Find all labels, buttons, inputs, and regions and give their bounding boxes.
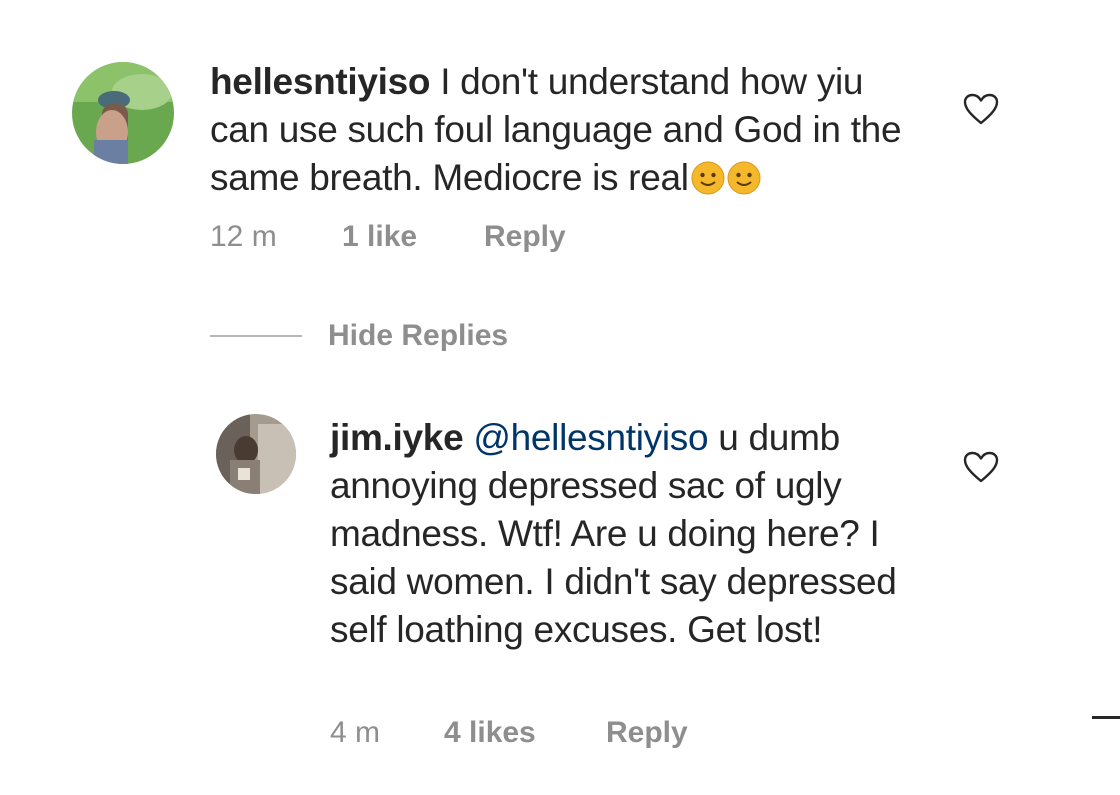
comment-time: 12 m [210, 220, 277, 253]
comment-meta: 12 m 1 like Reply [210, 220, 566, 254]
comment-meta: 4 m 4 likes Reply [330, 716, 688, 750]
comment-username[interactable]: hellesntiyiso [210, 61, 431, 102]
smiling-face-icon [727, 159, 761, 195]
avatar[interactable] [216, 414, 296, 494]
heart-outline-icon[interactable] [962, 450, 1000, 484]
comment-text: jim.iyke @hellesntiyiso u dumb annoying … [330, 414, 930, 654]
comment-username[interactable]: jim.iyke [330, 417, 464, 458]
reply-button[interactable]: Reply [606, 716, 688, 750]
smiling-face-icon [691, 159, 725, 195]
divider [1092, 716, 1120, 719]
avatar[interactable] [72, 62, 174, 164]
comment-text: hellesntiyiso I don't understand how yiu… [210, 58, 930, 202]
divider [210, 335, 302, 337]
mention-link[interactable]: @hellesntiyiso [473, 417, 708, 458]
comment-likes[interactable]: 1 like [342, 220, 484, 254]
hide-replies-button[interactable]: Hide Replies [210, 316, 508, 356]
hide-replies-label: Hide Replies [328, 319, 509, 352]
reply-button[interactable]: Reply [484, 220, 566, 254]
heart-outline-icon[interactable] [962, 92, 1000, 126]
comment-time: 4 m [330, 716, 381, 749]
comment-likes[interactable]: 4 likes [444, 716, 606, 750]
